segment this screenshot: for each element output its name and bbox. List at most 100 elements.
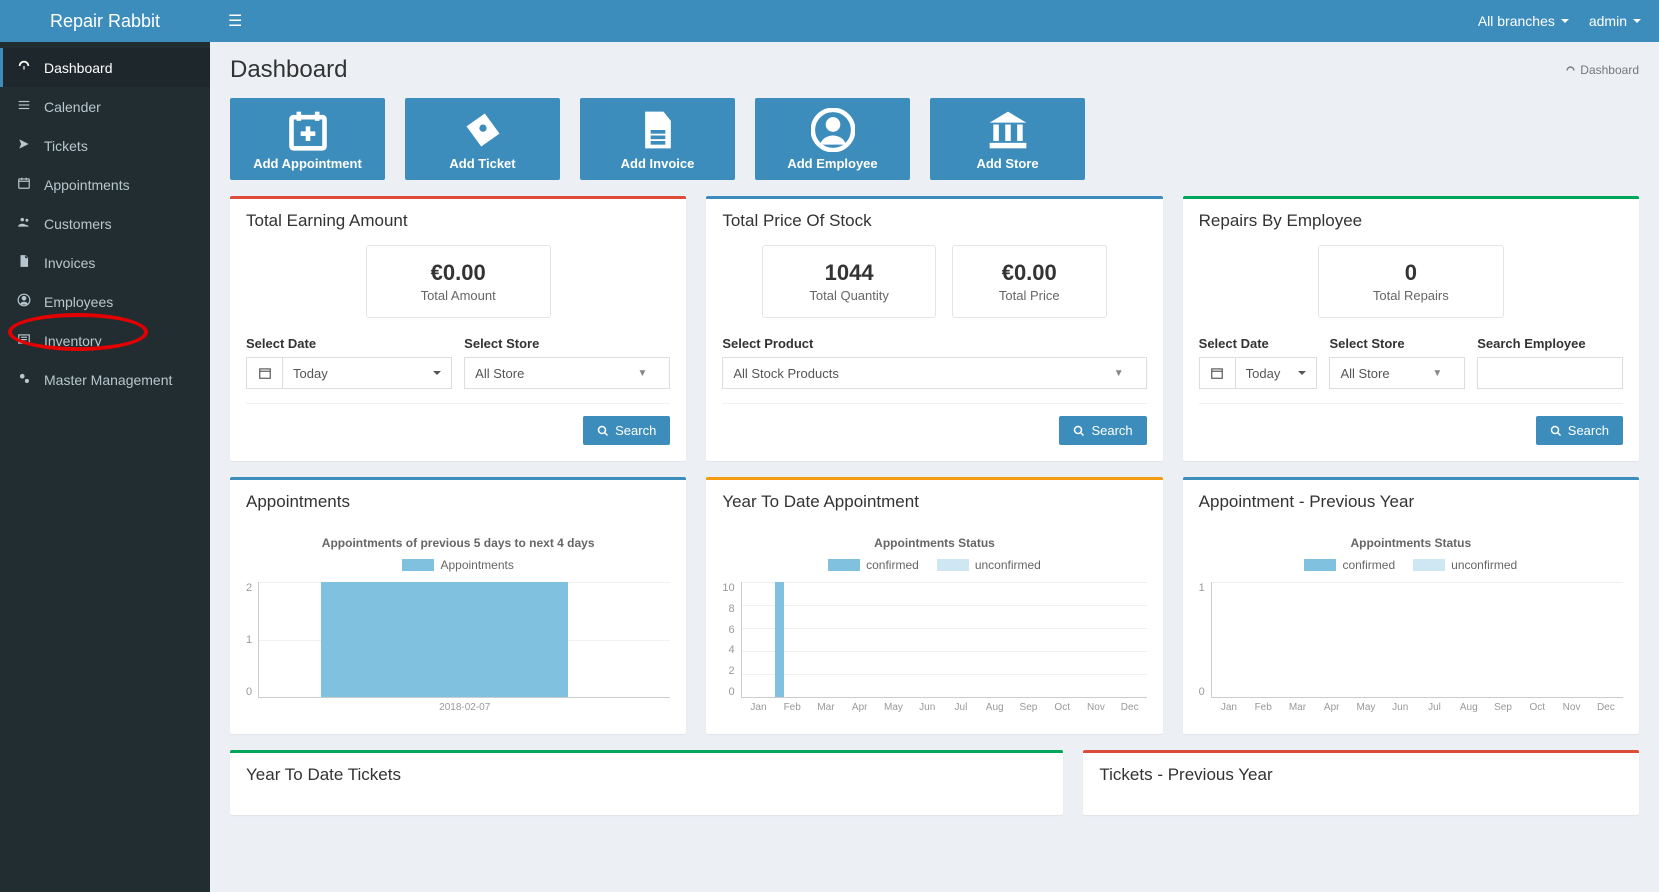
chevron-down-icon: ▼ bbox=[1114, 368, 1124, 379]
sidebar-item-employees[interactable]: Employees bbox=[0, 282, 210, 321]
sidebar-item-calender[interactable]: Calender bbox=[0, 87, 210, 126]
card-title: Total Earning Amount bbox=[246, 211, 670, 231]
brand[interactable]: Repair Rabbit bbox=[0, 0, 210, 42]
search-icon bbox=[1073, 425, 1085, 437]
sidebar-item-label: Master Management bbox=[44, 372, 172, 388]
stat-total-amount: €0.00 Total Amount bbox=[366, 245, 551, 318]
sidebar: Dashboard Calender Tickets Appointments … bbox=[0, 42, 210, 892]
legend-swatch bbox=[937, 559, 969, 571]
add-invoice-tile[interactable]: Add Invoice bbox=[580, 98, 735, 180]
ticket-icon bbox=[16, 137, 32, 154]
card-title: Year To Date Appointment bbox=[722, 492, 1146, 512]
legend-swatch bbox=[1413, 559, 1445, 571]
add-employee-tile[interactable]: Add Employee bbox=[755, 98, 910, 180]
calendar-plus-icon bbox=[286, 108, 330, 152]
card-title: Tickets - Previous Year bbox=[1099, 765, 1623, 785]
chevron-down-icon: ▼ bbox=[637, 368, 647, 379]
chart-appointments: Appointments of previous 5 days to next … bbox=[246, 526, 670, 718]
action-label: Add Ticket bbox=[449, 156, 515, 171]
stat-label: Total Amount bbox=[421, 288, 496, 303]
sidebar-item-label: Dashboard bbox=[44, 60, 113, 76]
file-icon bbox=[16, 254, 32, 271]
card-appointments-chart: Appointments Appointments of previous 5 … bbox=[230, 477, 686, 734]
user-circle-icon bbox=[16, 293, 32, 310]
chevron-down-icon bbox=[1298, 371, 1306, 375]
sidebar-item-label: Inventory bbox=[44, 333, 102, 349]
dashboard-icon bbox=[16, 59, 32, 76]
store-select[interactable]: All Store▼ bbox=[464, 357, 670, 389]
calendar-icon bbox=[16, 176, 32, 193]
employee-search-input[interactable] bbox=[1477, 357, 1623, 389]
card-title: Repairs By Employee bbox=[1199, 211, 1623, 231]
page-title: Dashboard bbox=[230, 56, 347, 84]
sidebar-item-master-management[interactable]: Master Management bbox=[0, 360, 210, 399]
branches-label: All branches bbox=[1478, 13, 1555, 29]
sidebar-item-dashboard[interactable]: Dashboard bbox=[0, 48, 210, 87]
card-total-earning: Total Earning Amount €0.00 Total Amount … bbox=[230, 196, 686, 461]
action-label: Add Store bbox=[976, 156, 1038, 171]
stat-total-price: €0.00 Total Price bbox=[952, 245, 1107, 318]
card-repairs-employee: Repairs By Employee 0 Total Repairs Sele… bbox=[1183, 196, 1639, 461]
card-title: Appointment - Previous Year bbox=[1199, 492, 1623, 512]
stat-total-repairs: 0 Total Repairs bbox=[1318, 245, 1504, 318]
chart-prev-appointment: Appointments Status confirmed unconfirme… bbox=[1199, 526, 1623, 718]
stat-label: Total Quantity bbox=[809, 288, 889, 303]
date-select[interactable]: Today bbox=[1235, 357, 1318, 389]
legend-swatch bbox=[402, 559, 434, 571]
search-button[interactable]: Search bbox=[583, 416, 670, 445]
stat-value: €0.00 bbox=[999, 260, 1060, 286]
add-ticket-tile[interactable]: Add Ticket bbox=[405, 98, 560, 180]
sidebar-item-label: Tickets bbox=[44, 138, 88, 154]
filter-label: Select Product bbox=[722, 336, 1146, 351]
user-label: admin bbox=[1589, 13, 1627, 29]
stat-label: Total Price bbox=[999, 288, 1060, 303]
action-label: Add Invoice bbox=[621, 156, 695, 171]
stat-total-quantity: 1044 Total Quantity bbox=[762, 245, 936, 318]
gears-icon bbox=[16, 371, 32, 388]
sidebar-item-label: Customers bbox=[44, 216, 112, 232]
user-dropdown[interactable]: admin bbox=[1589, 13, 1641, 29]
card-prev-year-appointment-chart: Appointment - Previous Year Appointments… bbox=[1183, 477, 1639, 734]
date-select[interactable]: Today bbox=[282, 357, 452, 389]
branches-dropdown[interactable]: All branches bbox=[1478, 13, 1569, 29]
filter-label: Select Date bbox=[246, 336, 452, 351]
card-title: Total Price Of Stock bbox=[722, 211, 1146, 231]
sidebar-item-invoices[interactable]: Invoices bbox=[0, 243, 210, 282]
topbar: Repair Rabbit ☰ All branches admin bbox=[0, 0, 1659, 42]
search-button[interactable]: Search bbox=[1536, 416, 1623, 445]
sidebar-item-customers[interactable]: Customers bbox=[0, 204, 210, 243]
card-title: Year To Date Tickets bbox=[246, 765, 1047, 785]
search-button[interactable]: Search bbox=[1059, 416, 1146, 445]
card-prev-year-tickets: Tickets - Previous Year bbox=[1083, 750, 1639, 815]
user-circle-icon bbox=[811, 108, 855, 152]
breadcrumb[interactable]: Dashboard bbox=[1565, 63, 1639, 77]
hamburger-icon[interactable]: ☰ bbox=[228, 11, 242, 31]
chevron-down-icon bbox=[433, 371, 441, 375]
card-ytd-tickets: Year To Date Tickets bbox=[230, 750, 1063, 815]
stat-value: 0 bbox=[1373, 260, 1449, 286]
sidebar-item-tickets[interactable]: Tickets bbox=[0, 126, 210, 165]
add-store-tile[interactable]: Add Store bbox=[930, 98, 1085, 180]
calendar-icon bbox=[246, 357, 282, 389]
filter-label: Select Store bbox=[464, 336, 670, 351]
bank-icon bbox=[986, 108, 1030, 152]
chart-ytd-appointment: Appointments Status confirmed unconfirme… bbox=[722, 526, 1146, 718]
store-select[interactable]: All Store▼ bbox=[1329, 357, 1465, 389]
sidebar-item-label: Employees bbox=[44, 294, 113, 310]
sidebar-item-inventory[interactable]: Inventory bbox=[0, 321, 210, 360]
add-appointment-tile[interactable]: Add Appointment bbox=[230, 98, 385, 180]
sidebar-item-appointments[interactable]: Appointments bbox=[0, 165, 210, 204]
dashboard-icon bbox=[1565, 65, 1576, 76]
chart-title: Appointments Status bbox=[722, 536, 1146, 550]
chevron-down-icon bbox=[1633, 19, 1641, 23]
product-select[interactable]: All Stock Products▼ bbox=[722, 357, 1146, 389]
card-total-stock: Total Price Of Stock 1044 Total Quantity… bbox=[706, 196, 1162, 461]
sidebar-item-label: Appointments bbox=[44, 177, 130, 193]
legend-swatch bbox=[828, 559, 860, 571]
breadcrumb-label: Dashboard bbox=[1580, 63, 1639, 77]
card-ytd-appointment-chart: Year To Date Appointment Appointments St… bbox=[706, 477, 1162, 734]
chevron-down-icon: ▼ bbox=[1432, 368, 1442, 379]
card-title: Appointments bbox=[246, 492, 670, 512]
chart-title: Appointments Status bbox=[1199, 536, 1623, 550]
search-icon bbox=[1550, 425, 1562, 437]
